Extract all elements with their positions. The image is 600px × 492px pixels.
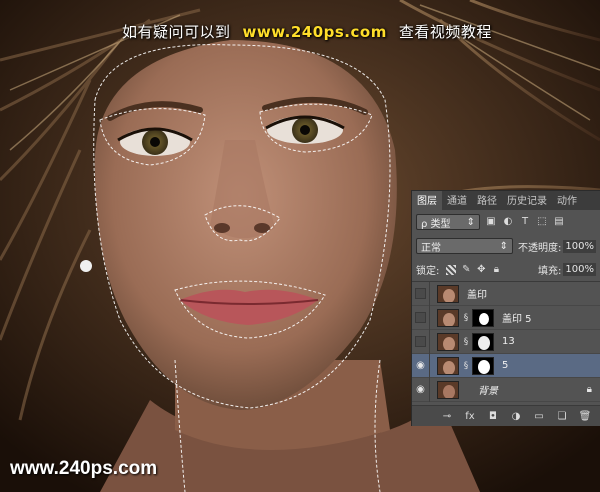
chevron-down-icon: ⇕ (499, 240, 509, 252)
adjustment-filter-icon[interactable]: ◐ (502, 216, 514, 228)
lock-row: 锁定: ✎ ✥ 🔒︎ 填充: 100% (412, 258, 600, 282)
eye-icon: ◉ (416, 360, 425, 371)
layer-row[interactable]: § 盖印 5 (412, 305, 600, 330)
shape-filter-icon[interactable]: ⬚ (536, 216, 548, 228)
panel-footer: ⊸ fx ◘ ◑ ▭ ❏ 🗑︎ (412, 405, 600, 426)
filter-row: ρ 类型 ⇕ ▣ ◐ T ⬚ ▤ (412, 210, 600, 234)
filter-type-select[interactable]: ρ 类型 ⇕ (416, 214, 480, 230)
visibility-toggle[interactable]: ◉ (412, 353, 430, 378)
layer-name[interactable]: 5 (502, 360, 508, 371)
tab-layers[interactable]: 图层 (412, 191, 442, 210)
banner-suffix: 查看视频教程 (398, 23, 492, 41)
add-mask-icon[interactable]: ◘ (486, 410, 500, 424)
smart-object-filter-icon[interactable]: ▤ (553, 216, 565, 228)
site-watermark: www.240ps.com (10, 458, 158, 479)
tutorial-banner: 如有疑问可以到 www.240ps.com 查看视频教程 (122, 21, 492, 42)
trash-icon[interactable]: 🗑︎ (578, 410, 592, 424)
layer-row[interactable]: ◉ 背景 🔒︎ (412, 377, 600, 402)
layer-thumbnail (437, 308, 459, 327)
new-layer-icon[interactable]: ❏ (555, 410, 569, 424)
tab-history[interactable]: 历史记录 (502, 191, 552, 210)
canvas-area[interactable]: 如有疑问可以到 www.240ps.com 查看视频教程 www.240ps.com… (0, 0, 600, 492)
tab-paths[interactable]: 路径 (472, 191, 502, 210)
visibility-toggle[interactable] (412, 281, 430, 306)
filter-type-label: ρ 类型 (421, 218, 451, 230)
lock-icon: 🔒︎ (586, 384, 592, 395)
group-folder-icon[interactable]: ▭ (532, 410, 546, 424)
layer-row[interactable]: 盖印 (412, 281, 600, 306)
tab-channels[interactable]: 通道 (442, 191, 472, 210)
layer-mask-thumbnail[interactable] (472, 332, 494, 351)
layer-row-selected[interactable]: ◉ § 5 (412, 353, 600, 378)
fx-icon[interactable]: fx (463, 410, 477, 424)
lock-all-icon[interactable]: 🔒︎ (490, 264, 502, 276)
visibility-toggle[interactable] (412, 305, 430, 330)
opacity-input[interactable]: 100% (563, 239, 596, 253)
fill-label: 填充: (538, 266, 562, 277)
fill-input[interactable]: 100% (563, 263, 596, 276)
layers-panel: 图层 通道 路径 历史记录 动作 ρ 类型 ⇕ ▣ ◐ T ⬚ ▤ 正常 ⇕ 不… (411, 190, 600, 426)
layer-thumbnail (437, 332, 459, 351)
layer-name[interactable]: 盖印 (467, 286, 487, 301)
adjustment-layer-icon[interactable]: ◑ (509, 410, 523, 424)
layer-thumbnail (437, 284, 459, 303)
blend-row: 正常 ⇕ 不透明度: 100% (412, 234, 600, 258)
eye-icon: ◉ (416, 384, 425, 395)
lock-position-icon[interactable]: ✥ (475, 264, 487, 276)
visibility-toggle[interactable] (412, 329, 430, 354)
panel-tabs: 图层 通道 路径 历史记录 动作 (412, 191, 600, 210)
layer-mask-thumbnail[interactable] (472, 308, 494, 327)
tab-actions[interactable]: 动作 (552, 191, 582, 210)
link-chain-icon[interactable]: § (462, 337, 470, 347)
layer-name[interactable]: 13 (502, 336, 515, 347)
banner-prefix: 如有疑问可以到 (122, 23, 231, 41)
lock-transparency-icon[interactable] (446, 264, 457, 275)
link-chain-icon[interactable]: § (462, 361, 470, 371)
blend-mode-value: 正常 (421, 242, 441, 254)
lock-pixels-icon[interactable]: ✎ (460, 264, 472, 276)
chevron-down-icon: ⇕ (466, 216, 475, 228)
link-chain-icon[interactable]: § (462, 313, 470, 323)
layer-mask-thumbnail[interactable] (472, 356, 494, 375)
layer-name[interactable]: 背景 (478, 382, 498, 397)
link-layers-icon[interactable]: ⊸ (440, 410, 454, 424)
banner-url[interactable]: www.240ps.com (243, 23, 387, 41)
type-filter-icon[interactable]: T (519, 216, 531, 228)
lock-label: 锁定: (416, 266, 440, 277)
layer-row[interactable]: § 13 (412, 329, 600, 354)
opacity-label: 不透明度: (518, 242, 562, 254)
layer-thumbnail (437, 380, 459, 399)
blend-mode-select[interactable]: 正常 ⇕ (416, 238, 514, 254)
image-filter-icon[interactable]: ▣ (485, 216, 497, 228)
layer-name[interactable]: 盖印 5 (502, 310, 532, 325)
layer-thumbnail (437, 356, 459, 375)
visibility-toggle[interactable]: ◉ (412, 377, 430, 402)
